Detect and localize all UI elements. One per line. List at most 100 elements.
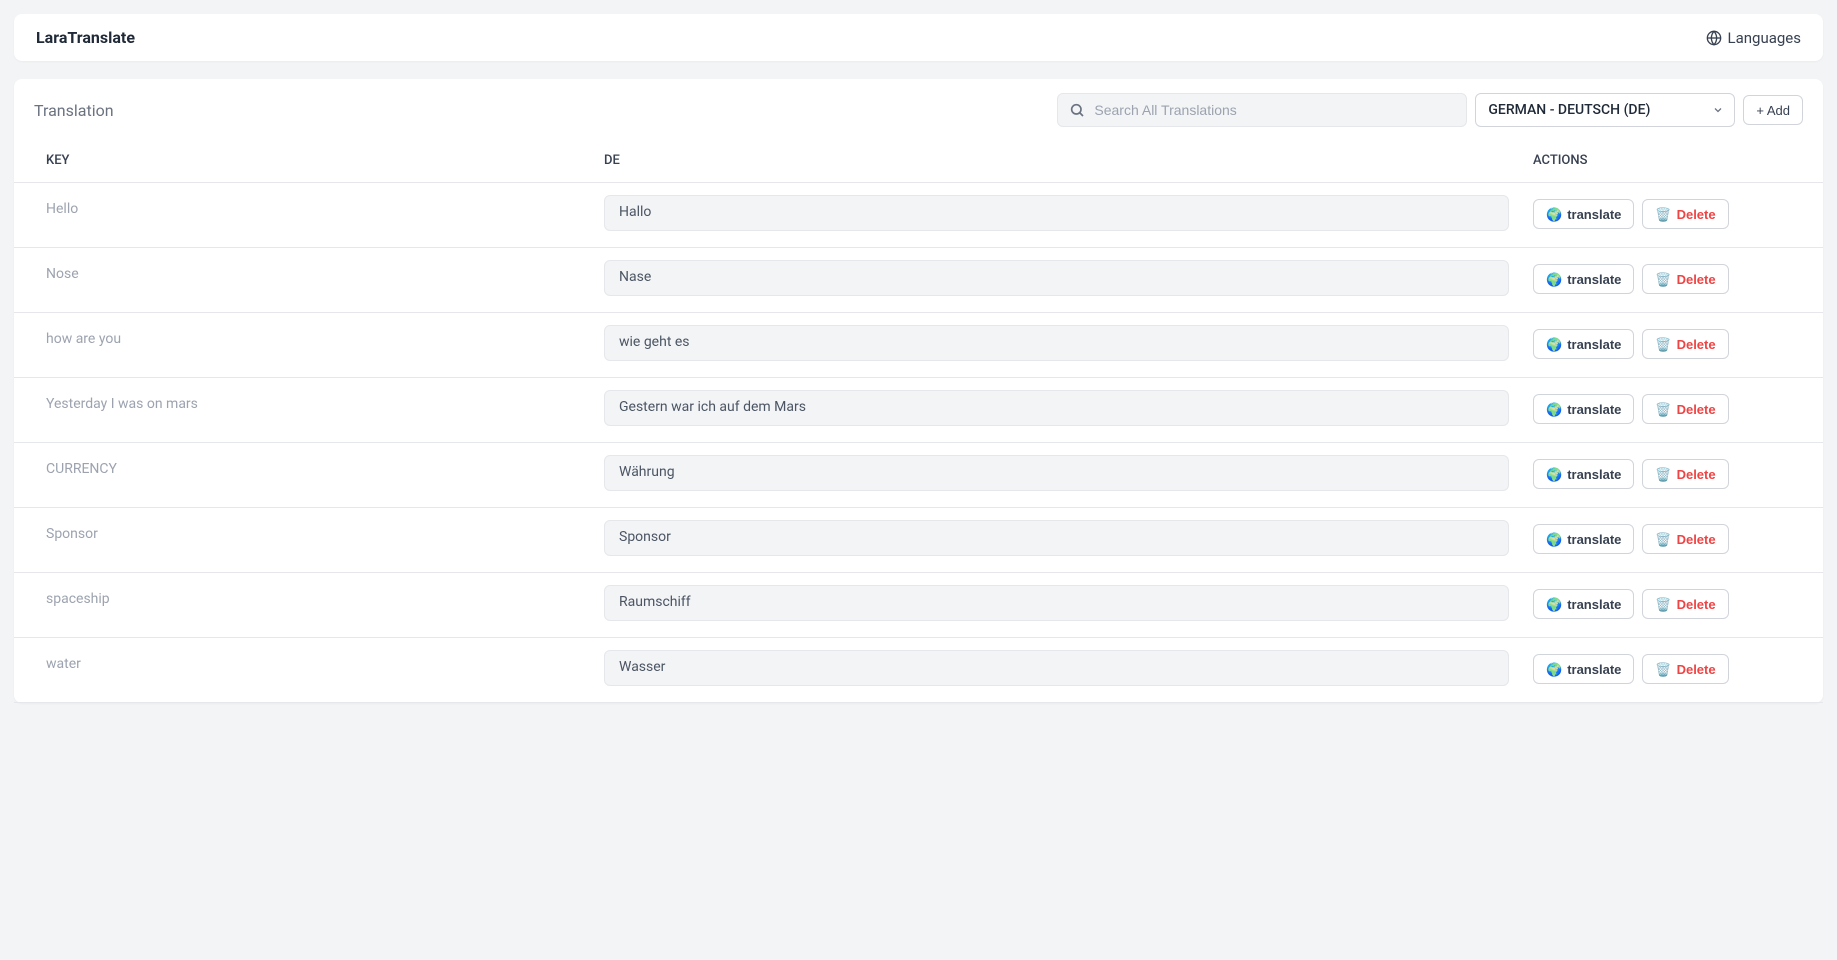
- translation-input[interactable]: Gestern war ich auf dem Mars: [604, 390, 1509, 426]
- brand-title: LaraTranslate: [36, 28, 135, 47]
- cell-actions: 🌍translate 🗑️ Delete: [1533, 390, 1823, 424]
- delete-button-label: Delete: [1677, 532, 1716, 547]
- cell-key: Yesterday I was on mars: [14, 390, 604, 412]
- translate-button[interactable]: 🌍 translate: [1533, 329, 1634, 359]
- cell-de: Wasser: [604, 650, 1533, 686]
- translate-button-label: translate: [1567, 597, 1621, 612]
- cell-actions: 🌍 translate 🗑️Delete: [1533, 520, 1823, 554]
- cell-actions: 🌍 translate 🗑️ Delete: [1533, 585, 1823, 619]
- delete-button[interactable]: 🗑️Delete: [1642, 264, 1728, 294]
- cell-de: Sponsor: [604, 520, 1533, 556]
- translate-button-label: translate: [1567, 272, 1621, 287]
- translate-button-label: translate: [1567, 337, 1621, 352]
- delete-button[interactable]: 🗑️ Delete: [1642, 199, 1728, 229]
- table-row: spaceshipRaumschiff🌍translate🗑️Delete: [14, 573, 1823, 638]
- cell-actions: 🌍 translate 🗑️ Delete: [1533, 325, 1823, 359]
- chevron-down-icon: [1712, 104, 1724, 116]
- table-header-row: KEY DE ACTIONS: [14, 139, 1823, 183]
- translation-input[interactable]: Wasser: [604, 650, 1509, 686]
- column-header-key: KEY: [14, 153, 604, 168]
- column-header-actions: ACTIONS: [1533, 153, 1823, 168]
- translate-button[interactable]: 🌍 translate: [1533, 459, 1634, 489]
- top-header: LaraTranslate Languages: [14, 14, 1823, 61]
- translation-input[interactable]: Nase: [604, 260, 1509, 296]
- delete-button[interactable]: 🗑️ Delete: [1642, 329, 1728, 359]
- table-row: how are youwie geht es🌍translate🗑️Delete: [14, 313, 1823, 378]
- search-input[interactable]: [1057, 93, 1467, 127]
- cell-key: Sponsor: [14, 520, 604, 542]
- translate-button-label: translate: [1567, 467, 1621, 482]
- translation-input[interactable]: wie geht es: [604, 325, 1509, 361]
- globe-emoji-icon: 🌍: [1546, 338, 1562, 351]
- trash-emoji-icon: 🗑️: [1655, 338, 1671, 351]
- delete-button-label: Delete: [1677, 337, 1716, 352]
- delete-button-label: Delete: [1677, 402, 1716, 417]
- cell-key: Hello: [14, 195, 604, 217]
- cell-de: Hallo: [604, 195, 1533, 231]
- languages-nav-label: Languages: [1728, 29, 1802, 47]
- cell-key: Nose: [14, 260, 604, 282]
- translate-button[interactable]: 🌍 translate: [1533, 524, 1634, 554]
- trash-emoji-icon: 🗑️: [1655, 468, 1671, 481]
- delete-button-label: Delete: [1677, 467, 1716, 482]
- trash-emoji-icon: 🗑️: [1655, 598, 1671, 611]
- cell-de: Währung: [604, 455, 1533, 491]
- table-row: HelloHallo 🌍 translate 🗑️ Delete: [14, 183, 1823, 248]
- trash-emoji-icon: 🗑️: [1655, 663, 1671, 676]
- trash-emoji-icon: 🗑️: [1655, 208, 1671, 221]
- globe-icon: [1706, 30, 1722, 46]
- search-wrapper: [1057, 93, 1467, 127]
- translation-card: Translation GERMAN - DEUTSCH (DE) + Add …: [14, 79, 1823, 703]
- translation-input[interactable]: Hallo: [604, 195, 1509, 231]
- card-title: Translation: [34, 101, 114, 120]
- globe-emoji-icon: 🌍: [1546, 663, 1562, 676]
- translation-input[interactable]: Währung: [604, 455, 1509, 491]
- delete-button-label: Delete: [1677, 207, 1716, 222]
- delete-button[interactable]: 🗑️ Delete: [1642, 394, 1728, 424]
- table-row: Yesterday I was on marsGestern war ich a…: [14, 378, 1823, 443]
- search-icon: [1069, 102, 1085, 118]
- table-body: HelloHallo 🌍 translate 🗑️ Delete NoseNase 🌍 tra…: [14, 183, 1823, 703]
- add-button[interactable]: + Add: [1743, 95, 1803, 125]
- trash-emoji-icon: 🗑️: [1655, 403, 1671, 416]
- cell-actions: 🌍 translate 🗑️ Delete: [1533, 195, 1823, 229]
- delete-button-label: Delete: [1677, 597, 1716, 612]
- translate-button[interactable]: 🌍 translate: [1533, 654, 1634, 684]
- translate-button-label: translate: [1567, 402, 1621, 417]
- delete-button[interactable]: 🗑️Delete: [1642, 524, 1728, 554]
- translation-input[interactable]: Sponsor: [604, 520, 1509, 556]
- translate-button-label: translate: [1567, 207, 1621, 222]
- globe-emoji-icon: 🌍: [1546, 468, 1562, 481]
- globe-emoji-icon: 🌍: [1546, 273, 1562, 286]
- language-select[interactable]: GERMAN - DEUTSCH (DE): [1475, 93, 1735, 127]
- table-row: waterWasser 🌍 translate 🗑️ Delete: [14, 638, 1823, 703]
- delete-button[interactable]: 🗑️ Delete: [1642, 654, 1728, 684]
- translate-button[interactable]: 🌍 translate: [1533, 589, 1634, 619]
- card-header: Translation GERMAN - DEUTSCH (DE) + Add: [14, 79, 1823, 139]
- delete-button[interactable]: 🗑️ Delete: [1642, 459, 1728, 489]
- translate-button-label: translate: [1567, 532, 1621, 547]
- cell-key: water: [14, 650, 604, 672]
- cell-de: Gestern war ich auf dem Mars: [604, 390, 1533, 426]
- translate-button[interactable]: 🌍 translate: [1533, 199, 1634, 229]
- translate-button[interactable]: 🌍translate: [1533, 394, 1634, 424]
- cell-actions: 🌍 translate 🗑️ Delete: [1533, 455, 1823, 489]
- globe-emoji-icon: 🌍: [1546, 208, 1562, 221]
- header-controls: GERMAN - DEUTSCH (DE) + Add: [1057, 93, 1803, 127]
- delete-button-label: Delete: [1677, 662, 1716, 677]
- globe-emoji-icon: 🌍: [1546, 598, 1562, 611]
- cell-actions: 🌍 translate 🗑️Delete: [1533, 260, 1823, 294]
- translate-button[interactable]: 🌍 translate: [1533, 264, 1634, 294]
- column-header-de: DE: [604, 153, 1533, 168]
- languages-nav-link[interactable]: Languages: [1706, 29, 1802, 47]
- translation-input[interactable]: Raumschiff: [604, 585, 1509, 621]
- translate-button-label: translate: [1567, 662, 1621, 677]
- globe-emoji-icon: 🌍: [1546, 533, 1562, 546]
- cell-actions: 🌍 translate 🗑️ Delete: [1533, 650, 1823, 684]
- delete-button[interactable]: 🗑️ Delete: [1642, 589, 1728, 619]
- cell-de: Nase: [604, 260, 1533, 296]
- cell-de: wie geht es: [604, 325, 1533, 361]
- language-select-value: GERMAN - DEUTSCH (DE): [1488, 102, 1650, 118]
- cell-key: CURRENCY: [14, 455, 604, 477]
- table-row: CURRENCYWährung 🌍 translate 🗑️ Delete: [14, 443, 1823, 508]
